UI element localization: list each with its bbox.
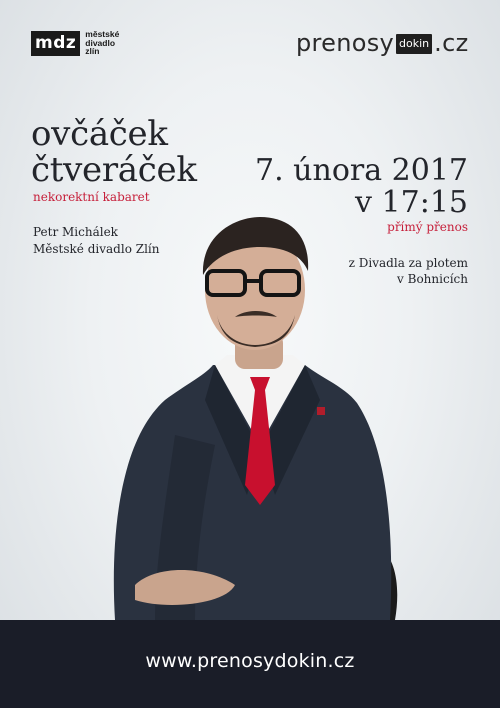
title-line: ovčáček bbox=[31, 114, 168, 154]
pin bbox=[317, 407, 325, 415]
mdz-logo: mdz městské divadlo zlín bbox=[31, 29, 119, 57]
date-text: 7. února 2017 bbox=[255, 153, 468, 188]
show-subtitle: nekorektní kabaret bbox=[33, 190, 150, 204]
logo-suffix: .cz bbox=[434, 29, 469, 57]
mdz-logo-text: městské divadlo zlín bbox=[85, 30, 119, 56]
show-title: ovčáček čtveráček bbox=[31, 116, 197, 188]
portrait-illustration bbox=[113, 217, 398, 620]
title-line: čtveráček bbox=[31, 150, 197, 190]
poster: mdz městské divadlo zlín prenosy dokin .… bbox=[0, 0, 500, 708]
footer-url-link[interactable]: www.prenosydokin.cz bbox=[0, 650, 500, 672]
logo-word: prenosy bbox=[296, 29, 395, 57]
prenosy-dokin-logo: prenosy dokin .cz bbox=[296, 29, 469, 57]
mdz-logo-line: zlín bbox=[85, 46, 100, 57]
logo-box: dokin bbox=[396, 34, 433, 54]
mdz-logo-mark: mdz bbox=[31, 30, 81, 56]
